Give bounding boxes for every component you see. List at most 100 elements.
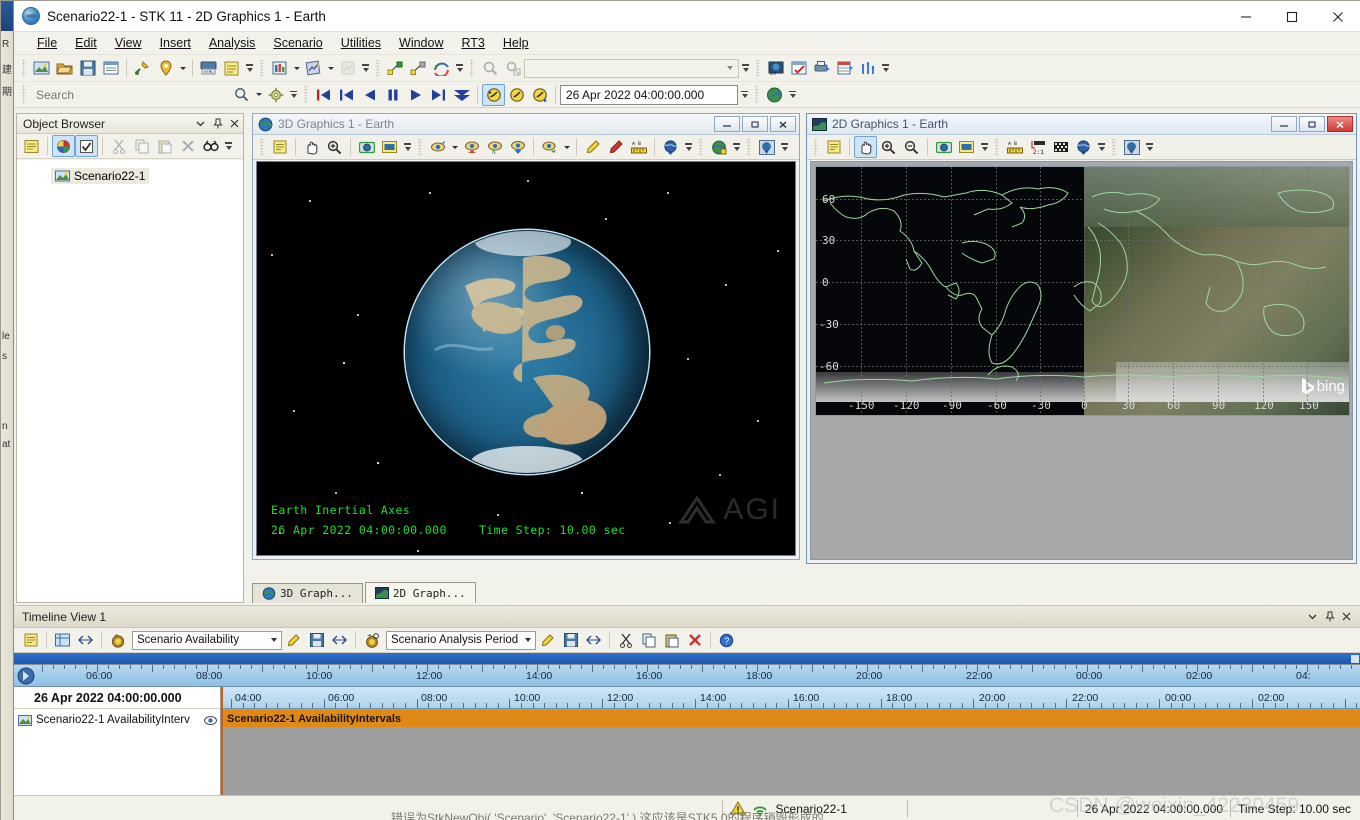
search-overflow-icon[interactable] bbox=[287, 84, 300, 106]
w2d-grip-3[interactable] bbox=[1112, 137, 1116, 157]
search-dropdown-arrow-icon[interactable] bbox=[253, 84, 264, 106]
gear-icon[interactable] bbox=[264, 84, 287, 106]
animation-faster-button[interactable] bbox=[450, 84, 473, 106]
open-scenario-icon[interactable] bbox=[53, 57, 76, 79]
maximize-button[interactable] bbox=[1269, 1, 1315, 32]
window-3d-body[interactable]: Earth Inertial Axes 26 Apr 2022 04:00:00… bbox=[256, 161, 796, 556]
html-report-icon[interactable]: HTML bbox=[197, 57, 220, 79]
zoom-in-icon[interactable] bbox=[877, 136, 900, 158]
menu-view[interactable]: View bbox=[106, 34, 151, 52]
window-2d-restore[interactable] bbox=[1299, 116, 1325, 132]
window-2d-minimize[interactable] bbox=[1271, 116, 1297, 132]
window-3d-restore[interactable] bbox=[742, 116, 768, 132]
find-object-icon[interactable] bbox=[478, 57, 501, 79]
view-target-icon[interactable] bbox=[538, 136, 561, 158]
home-view-icon[interactable] bbox=[460, 136, 483, 158]
timeline-object-row[interactable]: Scenario22-1 AvailabilityInterv bbox=[14, 709, 220, 731]
color-wheel-icon[interactable] bbox=[52, 135, 75, 157]
north-view-icon[interactable]: N bbox=[483, 136, 506, 158]
menu-rt3[interactable]: RT3 bbox=[453, 34, 494, 52]
object-browser-tree[interactable]: Scenario22-1 bbox=[17, 160, 243, 602]
view-from-to-arrow-icon[interactable] bbox=[449, 136, 460, 158]
menu-utilities[interactable]: Utilities bbox=[332, 34, 390, 52]
window-3d-titlebar[interactable]: 3D Graphics 1 - Earth bbox=[253, 114, 799, 135]
toolbar-overflow-icon[interactable] bbox=[243, 57, 256, 79]
window-3d-close[interactable] bbox=[770, 116, 796, 132]
animation-step-forward-button[interactable] bbox=[427, 84, 450, 106]
measure-distance-icon[interactable]: A B bbox=[627, 136, 650, 158]
tab-3d-graphics[interactable]: 3D Graph... bbox=[252, 583, 363, 603]
menu-edit[interactable]: Edit bbox=[66, 34, 106, 52]
analysis-period-combo[interactable]: Scenario Analysis Period bbox=[386, 630, 536, 650]
copy-icon[interactable] bbox=[130, 135, 153, 157]
timeline-playhead[interactable] bbox=[221, 687, 223, 795]
animation-pause-button[interactable] bbox=[381, 84, 404, 106]
record-icon[interactable] bbox=[378, 136, 401, 158]
connect-antenna-icon[interactable] bbox=[752, 801, 768, 816]
animation-play-backward-button[interactable] bbox=[358, 84, 381, 106]
checklist-icon[interactable] bbox=[787, 57, 810, 79]
paste-icon[interactable] bbox=[153, 135, 176, 157]
new-2d-window-icon[interactable] bbox=[763, 84, 786, 106]
earth-map-icon[interactable] bbox=[707, 136, 730, 158]
toolbar-overflow-5-icon[interactable] bbox=[879, 57, 892, 79]
w2d-overflow-2-icon[interactable] bbox=[1095, 136, 1108, 158]
tab-2d-graphics[interactable]: 2D Graph... bbox=[364, 582, 476, 603]
availability-clock-icon[interactable] bbox=[106, 629, 129, 651]
delete-icon[interactable] bbox=[176, 135, 199, 157]
data-display-dropdown-arrow-icon[interactable] bbox=[291, 57, 302, 79]
properties-icon[interactable] bbox=[19, 629, 42, 651]
map-2d-canvas[interactable]: 60 30 0 -30 -60 -150 -120 -90 -60 -30 0 bbox=[815, 166, 1350, 416]
vector-tool-icon[interactable] bbox=[856, 57, 879, 79]
search-input[interactable]: Search bbox=[30, 84, 230, 105]
paste-icon[interactable] bbox=[660, 629, 683, 651]
timeline-ruler-top[interactable]: 06:00 08:00 10:00 12:00 14:00 16:00 18:0… bbox=[14, 665, 1360, 687]
find-icon[interactable] bbox=[199, 135, 222, 157]
animation-time-field[interactable]: 26 Apr 2022 04:00:00.000 bbox=[560, 84, 738, 105]
table-report-icon[interactable] bbox=[833, 57, 856, 79]
window-2d-graphics[interactable]: 2D Graphics 1 - Earth A B 2:1 60 30 0 -3… bbox=[806, 113, 1357, 564]
toolbar-grip-5[interactable] bbox=[756, 58, 760, 78]
3d-scene[interactable]: Earth Inertial Axes 26 Apr 2022 04:00:00… bbox=[257, 162, 795, 555]
pencil-icon-2[interactable] bbox=[536, 629, 559, 651]
animation-end-clock-icon[interactable] bbox=[528, 84, 551, 106]
globe-overlay-icon[interactable] bbox=[1072, 136, 1095, 158]
view-from-to-icon[interactable] bbox=[426, 136, 449, 158]
location-pin-icon[interactable] bbox=[154, 57, 177, 79]
view-grip[interactable] bbox=[755, 85, 759, 104]
grid-icon[interactable] bbox=[1049, 136, 1072, 158]
save-icon-2[interactable] bbox=[559, 629, 582, 651]
w3d-grip-4[interactable] bbox=[747, 137, 751, 157]
close-icon[interactable] bbox=[226, 115, 243, 132]
earth-globe-3d[interactable] bbox=[405, 230, 649, 474]
view-target-arrow-icon[interactable] bbox=[561, 136, 572, 158]
delete-red-x-icon[interactable] bbox=[683, 629, 706, 651]
animation-grip[interactable] bbox=[304, 85, 308, 104]
close-button[interactable] bbox=[1315, 1, 1360, 32]
w2d-overflow-1-icon[interactable] bbox=[978, 136, 991, 158]
pan-hand-icon[interactable] bbox=[854, 136, 877, 158]
chevron-down-icon[interactable] bbox=[1304, 608, 1321, 625]
cut-icon[interactable] bbox=[107, 135, 130, 157]
down-view-icon[interactable] bbox=[506, 136, 529, 158]
pin-icon[interactable] bbox=[209, 115, 226, 132]
warning-triangle-icon[interactable] bbox=[729, 801, 746, 816]
minimize-button[interactable] bbox=[1223, 1, 1269, 32]
w2d-overflow-3-icon[interactable] bbox=[1143, 136, 1156, 158]
zoom-in-icon[interactable] bbox=[323, 136, 346, 158]
menu-file[interactable]: File bbox=[28, 34, 66, 52]
w3d-overflow-2-icon[interactable] bbox=[682, 136, 695, 158]
w3d-overflow-4-icon[interactable] bbox=[778, 136, 791, 158]
notes-icon[interactable] bbox=[220, 57, 243, 79]
menu-scenario[interactable]: Scenario bbox=[264, 34, 331, 52]
access-gray-icon[interactable] bbox=[407, 57, 430, 79]
toolbar-overflow-2-icon[interactable] bbox=[359, 57, 372, 79]
fit-icon-3[interactable] bbox=[582, 629, 605, 651]
search-grip[interactable] bbox=[22, 85, 26, 104]
cut-icon[interactable] bbox=[614, 629, 637, 651]
menu-analysis[interactable]: Analysis bbox=[200, 34, 265, 52]
clear-find-icon[interactable] bbox=[501, 57, 524, 79]
globe-overlay-icon[interactable] bbox=[659, 136, 682, 158]
fit-icon[interactable] bbox=[74, 629, 97, 651]
chevron-down-icon[interactable] bbox=[192, 115, 209, 132]
